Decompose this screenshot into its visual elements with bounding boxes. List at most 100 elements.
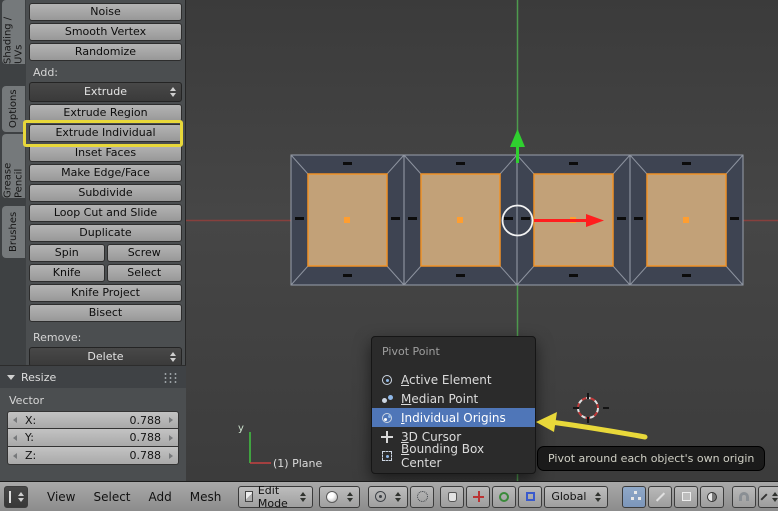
extrude-menu-label: Extrude <box>84 85 127 98</box>
vector-x-value: 0.788 <box>130 414 162 427</box>
median-point-icon <box>380 392 394 406</box>
stepper-left-icon[interactable] <box>13 453 17 459</box>
editor-type-button[interactable] <box>4 486 28 508</box>
vertex-select-icon <box>631 497 634 500</box>
vector-z-field[interactable]: Z: 0.788 <box>7 447 179 465</box>
delete-menu[interactable]: Delete <box>29 347 182 367</box>
mode-dropdown[interactable]: Edit Mode <box>238 486 313 508</box>
menu-item-label: Median Point <box>401 392 478 406</box>
noise-button[interactable]: Noise <box>29 3 182 21</box>
translate-icon <box>473 491 484 502</box>
edit-mode-cube-icon <box>245 491 253 502</box>
vector-z-label: Z: <box>25 449 36 462</box>
updown-arrows-icon <box>772 492 778 502</box>
pivot-point-menu: Pivot Point Active Element Median Point … <box>371 336 536 474</box>
knife-select-button[interactable]: Select <box>107 264 183 282</box>
updown-arrows-icon <box>300 492 306 502</box>
shading-dropdown[interactable] <box>319 486 360 508</box>
knife-button[interactable]: Knife <box>29 264 105 282</box>
spin-button[interactable]: Spin <box>29 244 105 262</box>
knife-project-button[interactable]: Knife Project <box>29 284 182 302</box>
occlude-icon <box>707 492 717 502</box>
screw-button[interactable]: Screw <box>107 244 183 262</box>
stepper-left-icon[interactable] <box>13 435 17 441</box>
extrude-menu[interactable]: Extrude <box>29 82 182 102</box>
vector-y-value: 0.788 <box>130 431 162 444</box>
vector-x-label: X: <box>25 414 36 427</box>
pivot-center-points-icon <box>417 491 428 502</box>
edge-select-icon <box>656 492 665 501</box>
scale-icon <box>526 492 535 501</box>
menu-item-active-element[interactable]: Active Element <box>372 370 535 389</box>
duplicate-button[interactable]: Duplicate <box>29 224 182 242</box>
updown-arrows-icon <box>595 492 601 502</box>
vector-label: Vector <box>9 394 179 407</box>
stepper-left-icon[interactable] <box>13 417 17 423</box>
menu-item-label: Bounding Box Center <box>401 442 527 470</box>
tab-grease-pencil[interactable]: Grease Pencil <box>2 134 25 198</box>
pivot-orbit-icon <box>375 491 386 502</box>
menu-item-individual-origins[interactable]: Individual Origins <box>372 408 535 427</box>
pivot-point-dropdown[interactable] <box>368 486 408 508</box>
tooltip-text: Pivot around each object's own origin <box>548 452 754 465</box>
updown-arrows-icon <box>170 352 176 362</box>
limit-visible-toggle[interactable] <box>700 486 724 508</box>
updown-arrows-icon <box>347 492 353 502</box>
menu-item-bounding-box-center[interactable]: Bounding Box Center <box>372 446 535 465</box>
panel-drag-dots-icon[interactable] <box>163 372 179 383</box>
menu-item-label: Active Element <box>401 373 492 387</box>
menu-select[interactable]: Select <box>84 490 139 504</box>
snap-element-dropdown[interactable] <box>758 486 778 508</box>
select-mode-edge-button[interactable] <box>648 486 672 508</box>
stepper-right-icon[interactable] <box>169 417 173 423</box>
editor-type-grid-icon <box>9 491 11 503</box>
menu-item-median-point[interactable]: Median Point <box>372 389 535 408</box>
subdivide-button[interactable]: Subdivide <box>29 184 182 202</box>
delete-menu-label: Delete <box>87 350 123 363</box>
pivot-align-toggle[interactable] <box>410 486 434 508</box>
vector-z-value: 0.788 <box>130 449 162 462</box>
blender-window: y (1) Plane Shading / UVs Options Grease… <box>0 0 778 511</box>
orientation-label: Global <box>551 490 586 503</box>
snap-element-icon <box>760 493 767 500</box>
vector-y-field[interactable]: Y: 0.788 <box>7 429 179 447</box>
manipulator-scale-button[interactable] <box>518 486 542 508</box>
stepper-right-icon[interactable] <box>169 435 173 441</box>
updown-arrows-icon <box>170 87 176 97</box>
extrude-individual-button[interactable]: Extrude Individual <box>29 124 182 142</box>
mode-label: Edit Mode <box>258 484 291 510</box>
manipulator-translate-button[interactable] <box>466 486 490 508</box>
snap-toggle[interactable] <box>732 486 756 508</box>
make-edge-face-button[interactable]: Make Edge/Face <box>29 164 182 182</box>
select-mode-face-button[interactable] <box>674 486 698 508</box>
tooltip: Pivot around each object's own origin <box>537 446 765 471</box>
menu-add[interactable]: Add <box>140 490 181 504</box>
randomize-button[interactable]: Randomize <box>29 43 182 61</box>
menu-view[interactable]: View <box>38 490 84 504</box>
extrude-region-button[interactable]: Extrude Region <box>29 104 182 122</box>
individual-origins-icon <box>380 411 394 425</box>
tab-shading-uvs[interactable]: Shading / UVs <box>2 0 25 64</box>
menu-mesh[interactable]: Mesh <box>181 490 231 504</box>
tab-brushes[interactable]: Brushes <box>2 206 25 258</box>
stepper-right-icon[interactable] <box>169 453 173 459</box>
manipulator-toggle[interactable] <box>440 486 464 508</box>
hand-icon <box>448 492 457 502</box>
manipulator-rotate-button[interactable] <box>492 486 516 508</box>
orientation-dropdown[interactable]: Global <box>544 486 608 508</box>
resize-panel-header[interactable]: Resize <box>0 366 186 388</box>
smooth-vertex-button[interactable]: Smooth Vertex <box>29 23 182 41</box>
viewport-shading-sphere-icon <box>326 491 338 503</box>
bisect-button[interactable]: Bisect <box>29 304 182 322</box>
tab-options[interactable]: Options <box>2 86 25 132</box>
viewport-header-bar: View Select Add Mesh Edit Mode <box>0 481 778 511</box>
face-select-icon <box>682 492 691 501</box>
updown-arrows-icon <box>18 492 24 502</box>
select-mode-vertex-button[interactable] <box>622 486 646 508</box>
inset-faces-button[interactable]: Inset Faces <box>29 144 182 162</box>
3d-cursor-icon <box>380 430 394 444</box>
vector-x-field[interactable]: X: 0.788 <box>7 411 179 429</box>
resize-panel-title: Resize <box>21 371 56 384</box>
add-label: Add: <box>33 66 180 79</box>
loop-cut-slide-button[interactable]: Loop Cut and Slide <box>29 204 182 222</box>
